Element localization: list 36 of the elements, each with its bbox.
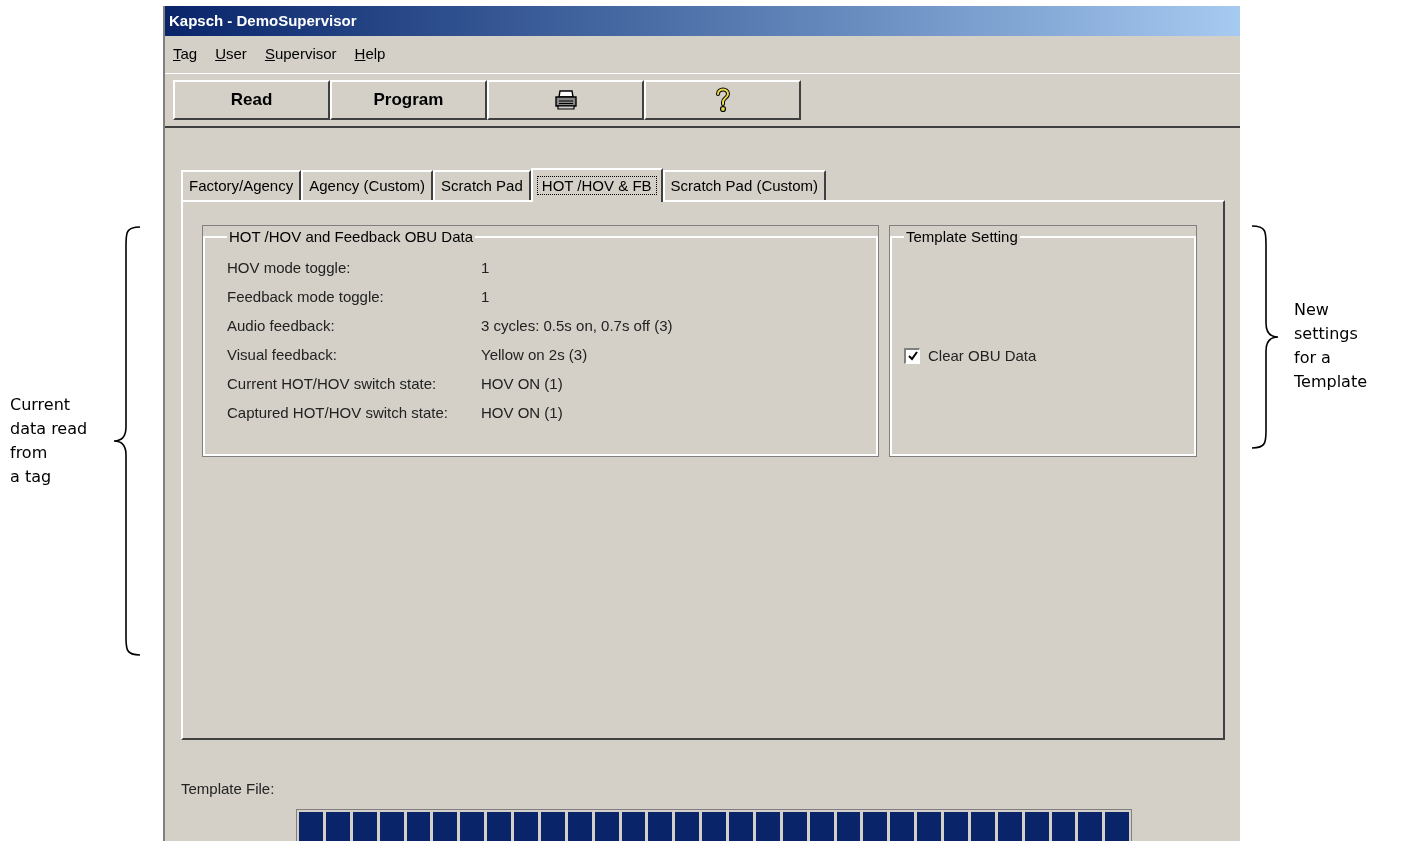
field-label: Captured HOT/HOV switch state: [227, 402, 449, 423]
checkbox[interactable] [904, 347, 920, 364]
menu-item[interactable]: Tag [173, 43, 198, 66]
tab[interactable]: Factory/Agency [181, 170, 302, 200]
print-button[interactable] [487, 80, 644, 120]
checkbox-label: Clear OBU Data [928, 345, 1037, 366]
toolbar-button[interactable]: Read [173, 80, 330, 120]
window-title: Kapsch - DemoSupervisor [169, 10, 357, 31]
help-icon [714, 87, 731, 113]
tab[interactable]: Scratch Pad [433, 170, 531, 200]
field-value: 3 cycles: 0.5s on, 0.7s off (3) [481, 315, 674, 336]
tab[interactable]: HOT /HOV & FB [530, 168, 663, 202]
menu-item[interactable]: Help [354, 43, 386, 66]
annotation-text: Current data read from a tag [9, 393, 89, 488]
field-label: Current HOT/HOV switch state: [227, 373, 438, 394]
field-label: Audio feedback: [227, 315, 336, 336]
toolbar-button[interactable]: Program [330, 80, 487, 120]
curly-brace-icon [112, 224, 142, 657]
printer-icon [553, 89, 578, 111]
field-value: 1 [481, 286, 491, 307]
help-button[interactable] [644, 80, 801, 120]
menu-item[interactable]: User [215, 43, 247, 66]
curly-brace-icon [1250, 224, 1280, 450]
field-label: Feedback mode toggle: [227, 286, 385, 307]
tab[interactable]: Agency (Custom) [301, 170, 434, 200]
field-label: Visual feedback: [227, 344, 338, 365]
field-value: HOV ON (1) [481, 373, 564, 394]
field-value: HOV ON (1) [481, 402, 564, 423]
field-value: Yellow on 2s (3) [481, 344, 589, 365]
annotation-text: New settings for a Template [1293, 299, 1367, 393]
template-file-label: Template File: [181, 779, 276, 799]
tab[interactable]: Scratch Pad (Custom) [662, 170, 827, 200]
menu-item[interactable]: Supervisor [264, 43, 337, 66]
checkmark-icon [907, 351, 918, 362]
field-value: 1 [481, 257, 491, 278]
field-label: HOV mode toggle: [227, 257, 352, 278]
